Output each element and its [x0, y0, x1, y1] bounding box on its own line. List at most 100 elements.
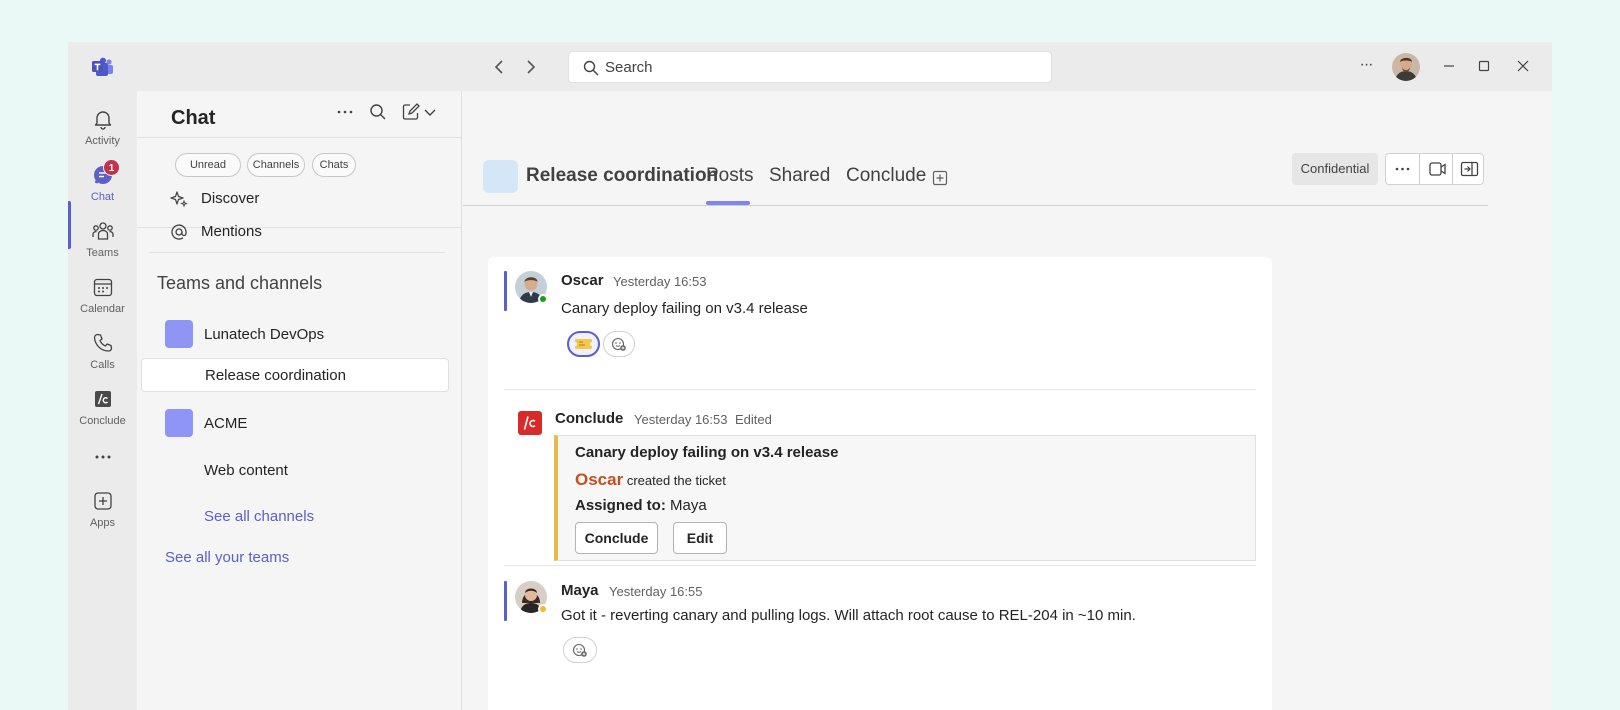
- channel-avatar: [483, 160, 518, 193]
- new-chat-icon[interactable]: [400, 101, 422, 123]
- panel-title: Chat: [171, 107, 216, 129]
- message-thread: Oscar Yesterday 16:53 Canary deploy fail…: [488, 257, 1272, 710]
- search-box[interactable]: [568, 51, 1052, 83]
- rail-label: Teams: [86, 247, 119, 259]
- team-item[interactable]: Lunatech DevOps: [165, 320, 455, 350]
- chevron-down-icon[interactable]: [423, 101, 437, 123]
- apps-icon: [93, 492, 112, 510]
- search-icon: [583, 60, 599, 76]
- mentions-label: Mentions: [201, 223, 262, 240]
- rail-item-apps[interactable]: Apps: [68, 483, 137, 535]
- card-created-text: created the ticket: [626, 473, 726, 488]
- teams-icon: [91, 222, 114, 240]
- sensitivity-label[interactable]: Confidential: [1292, 153, 1378, 185]
- side-panel-icon: [1460, 161, 1479, 177]
- rail-label: Chat: [90, 191, 115, 203]
- team-name: Lunatech DevOps: [204, 326, 325, 343]
- see-all-channels-link[interactable]: See all channels: [204, 508, 314, 525]
- rail-item-conclude[interactable]: Conclude: [68, 381, 137, 433]
- message-timestamp: Yesterday 16:53: [634, 412, 728, 427]
- card-assigned-label: Assigned to:: [575, 497, 666, 514]
- team-item[interactable]: ACME: [165, 409, 455, 439]
- more-options-icon[interactable]: ···: [1354, 54, 1378, 78]
- user-avatar[interactable]: [1392, 53, 1420, 81]
- add-reaction-icon: [611, 337, 626, 351]
- rail-label: Activity: [85, 135, 120, 147]
- filter-channels[interactable]: Channels: [247, 153, 305, 177]
- tab-shared[interactable]: Shared: [769, 165, 830, 187]
- tab-posts[interactable]: Posts: [706, 165, 754, 187]
- rail-item-calendar[interactable]: Calendar: [68, 269, 137, 321]
- card-creator[interactable]: Oscar: [575, 470, 623, 489]
- edit-button[interactable]: Edit: [673, 522, 727, 554]
- avatar-conclude[interactable]: [518, 411, 542, 435]
- channel-item[interactable]: Web content: [141, 454, 449, 488]
- more-icon: [1395, 167, 1410, 171]
- channel-name: Release coordination: [205, 367, 346, 384]
- mentions-link[interactable]: Mentions: [171, 223, 262, 240]
- team-avatar: [165, 409, 193, 437]
- header-divider: [463, 205, 1488, 206]
- team-avatar: [165, 320, 193, 348]
- discover-link[interactable]: Discover: [170, 190, 259, 208]
- message-author[interactable]: Maya: [561, 582, 599, 599]
- minimize-icon[interactable]: [1437, 54, 1461, 78]
- rail-label: Calendar: [80, 303, 125, 315]
- rail-label: Calls: [90, 359, 115, 371]
- message-text: Got it - reverting canary and pulling lo…: [561, 607, 1136, 624]
- forward-arrow-icon[interactable]: [518, 55, 542, 79]
- teams-logo-icon[interactable]: [92, 57, 114, 77]
- add-reaction-button[interactable]: [603, 331, 635, 357]
- filter-chats[interactable]: Chats: [312, 153, 356, 177]
- header-actions: [1385, 153, 1484, 185]
- maximize-icon[interactable]: [1472, 54, 1496, 78]
- rail-item-activity[interactable]: Activity: [68, 101, 137, 153]
- open-pane-button[interactable]: [1452, 154, 1483, 184]
- card-assigned-value: Maya: [670, 497, 707, 514]
- rail-item-more[interactable]: [68, 439, 137, 469]
- rail-item-calls[interactable]: Calls: [68, 325, 137, 377]
- card-assigned-line: Assigned to: Maya: [575, 497, 707, 514]
- conclude-button[interactable]: Conclude: [575, 522, 658, 554]
- channel-item-selected[interactable]: Release coordination: [141, 358, 449, 392]
- meet-button[interactable]: [1419, 154, 1452, 184]
- back-arrow-icon[interactable]: [488, 55, 512, 79]
- add-reaction-button[interactable]: [563, 637, 597, 663]
- card-title: Canary deploy failing on v3.4 release: [575, 444, 839, 461]
- filter-unread[interactable]: Unread: [175, 153, 241, 177]
- rail-item-teams[interactable]: Teams: [68, 213, 137, 265]
- unread-badge: 1: [103, 159, 120, 176]
- rail-label: Apps: [89, 517, 116, 529]
- search-input[interactable]: [605, 52, 1045, 82]
- see-all-teams-link[interactable]: See all your teams: [165, 549, 289, 566]
- message-author[interactable]: Oscar: [561, 272, 604, 289]
- presence-away: [538, 604, 548, 614]
- message-author[interactable]: Conclude: [555, 410, 623, 427]
- ticket-emoji-icon: [573, 339, 594, 349]
- calendar-icon: [93, 278, 112, 297]
- reply-divider: [504, 565, 1256, 566]
- tab-conclude-label: Conclude: [846, 165, 927, 186]
- divider: [149, 252, 445, 253]
- close-icon[interactable]: [1511, 54, 1535, 78]
- conclude-icon: [94, 391, 111, 407]
- channel-main: Release coordination Posts Shared Conclu…: [463, 91, 1552, 710]
- phone-icon: [93, 333, 112, 352]
- channel-title: Release coordination: [526, 165, 719, 186]
- search-icon[interactable]: [367, 101, 389, 123]
- more-options-icon[interactable]: [334, 101, 356, 123]
- reaction-ticket[interactable]: [567, 331, 600, 357]
- channel-more-button[interactable]: [1386, 154, 1419, 184]
- add-tab-icon[interactable]: [932, 170, 948, 186]
- rail-item-chat[interactable]: 1 Chat: [68, 157, 137, 209]
- team-name: ACME: [204, 415, 248, 432]
- tab-conclude[interactable]: Conclude: [846, 165, 926, 187]
- message-timestamp: Yesterday 16:55: [609, 584, 703, 599]
- chat-list-panel: Chat Unread Channels Chats Discover Ment…: [137, 91, 462, 710]
- at-sign-icon: [171, 224, 187, 240]
- teams-window: ··· Activity 1 Chat Teams Calendar: [68, 42, 1552, 710]
- message-accent-bar: [504, 581, 507, 621]
- message-timestamp: Yesterday 16:53: [613, 274, 707, 289]
- video-call-icon: [1429, 162, 1446, 176]
- card-created-line: Oscar created the ticket: [575, 470, 726, 490]
